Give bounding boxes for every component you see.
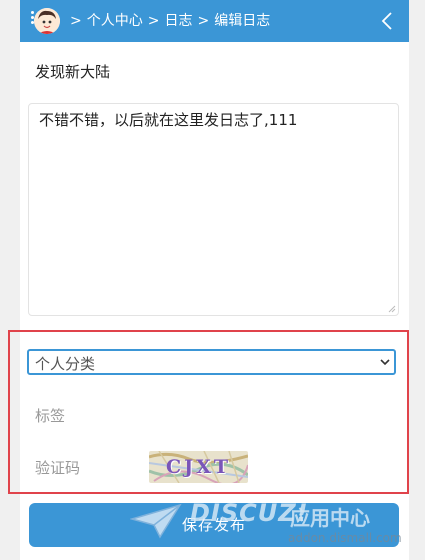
breadcrumb-current: 编辑日志	[214, 13, 271, 29]
resize-grip-icon[interactable]	[388, 305, 396, 313]
back-icon[interactable]	[377, 10, 399, 32]
breadcrumb-separator: >	[197, 13, 210, 29]
content-text: 不错不错，以后就在这里发日志了,111	[39, 111, 298, 129]
category-select[interactable]: 个人分类	[27, 349, 396, 375]
captcha-field[interactable]: 验证码	[35, 457, 80, 478]
breadcrumb: > 个人中心 > 日志 > 编辑日志	[65, 12, 270, 30]
breadcrumb-separator: >	[70, 13, 82, 29]
captcha-image[interactable]: CJXT	[149, 451, 248, 483]
subject-field[interactable]: 发现新大陆	[35, 61, 110, 82]
category-select-value: 个人分类	[35, 355, 96, 373]
captcha-code: CJXT	[166, 456, 231, 478]
breadcrumb-home-link[interactable]: 个人中心	[87, 12, 143, 30]
breadcrumb-blog-link[interactable]: 日志	[164, 12, 192, 30]
chevron-down-icon	[380, 359, 390, 366]
breadcrumb-separator: >	[147, 13, 160, 29]
content-textarea[interactable]: 不错不错，以后就在这里发日志了,111	[28, 103, 399, 316]
avatar[interactable]	[34, 8, 60, 34]
top-bar: > 个人中心 > 日志 > 编辑日志	[20, 0, 409, 42]
tag-field[interactable]: 标签	[35, 405, 65, 426]
save-publish-button[interactable]: 保存发布	[29, 503, 399, 547]
